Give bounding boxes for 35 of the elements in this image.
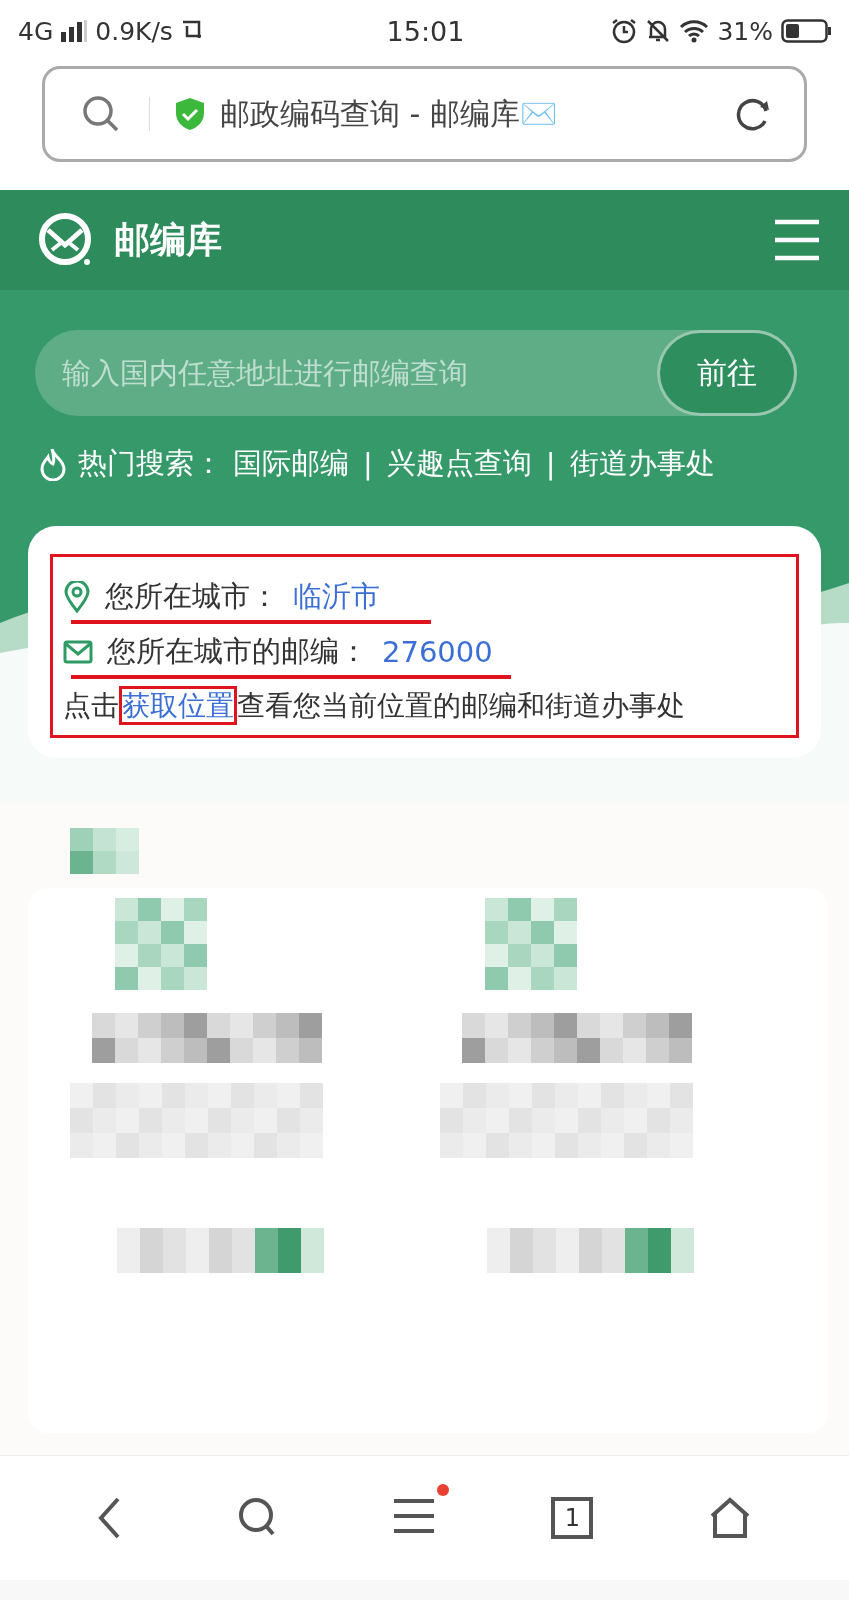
location-pin-icon — [63, 580, 91, 613]
battery-percent: 31% — [717, 16, 773, 46]
envelope-icon — [63, 639, 93, 664]
network-type: 4G — [18, 16, 54, 46]
hot-search-link[interactable]: 街道办事处 — [569, 444, 715, 484]
get-location-link[interactable]: 获取位置 — [119, 686, 237, 725]
info-value: 临沂市 — [293, 577, 380, 615]
hot-search-link[interactable]: 国际邮编 — [233, 444, 349, 484]
signal-icon — [61, 20, 88, 42]
shield-check-icon — [174, 97, 206, 131]
back-icon[interactable] — [97, 1497, 122, 1539]
menu-icon[interactable] — [393, 1498, 436, 1534]
hot-search-link[interactable]: 兴趣点查询 — [386, 444, 532, 484]
network-speed: 0.9K/s — [95, 16, 173, 46]
page-title: 邮政编码查询 - 邮编库✉ — [220, 94, 558, 133]
site-name[interactable]: 邮编库 — [114, 215, 753, 265]
address-bar[interactable]: 邮政编码查询 - 邮编库✉ — [42, 66, 807, 162]
clock-time: 15:01 — [386, 15, 465, 47]
go-button[interactable]: 前往 — [657, 330, 797, 416]
home-icon[interactable] — [709, 1497, 752, 1539]
search-field[interactable]: 输入国内任意地址进行邮编查询 前往 — [35, 330, 797, 416]
hot-search-label: 热门搜索： — [78, 445, 223, 482]
battery-icon — [781, 19, 833, 43]
info-label: 您所在城市的邮编： — [107, 632, 368, 670]
location-hint: 点击获取位置查看您当前位置的邮编和街道办事处 — [63, 687, 786, 725]
search-icon[interactable] — [81, 94, 121, 134]
link-separator: | — [363, 447, 373, 481]
alarm-icon — [611, 18, 638, 44]
wifi-icon — [679, 19, 710, 43]
tab-count[interactable]: 1 — [551, 1497, 594, 1539]
link-separator: | — [545, 447, 556, 481]
flame-icon — [38, 447, 68, 481]
envelope-logo-icon[interactable] — [38, 212, 94, 268]
info-value: 276000 — [382, 634, 493, 669]
info-label: 您所在城市： — [105, 577, 279, 615]
